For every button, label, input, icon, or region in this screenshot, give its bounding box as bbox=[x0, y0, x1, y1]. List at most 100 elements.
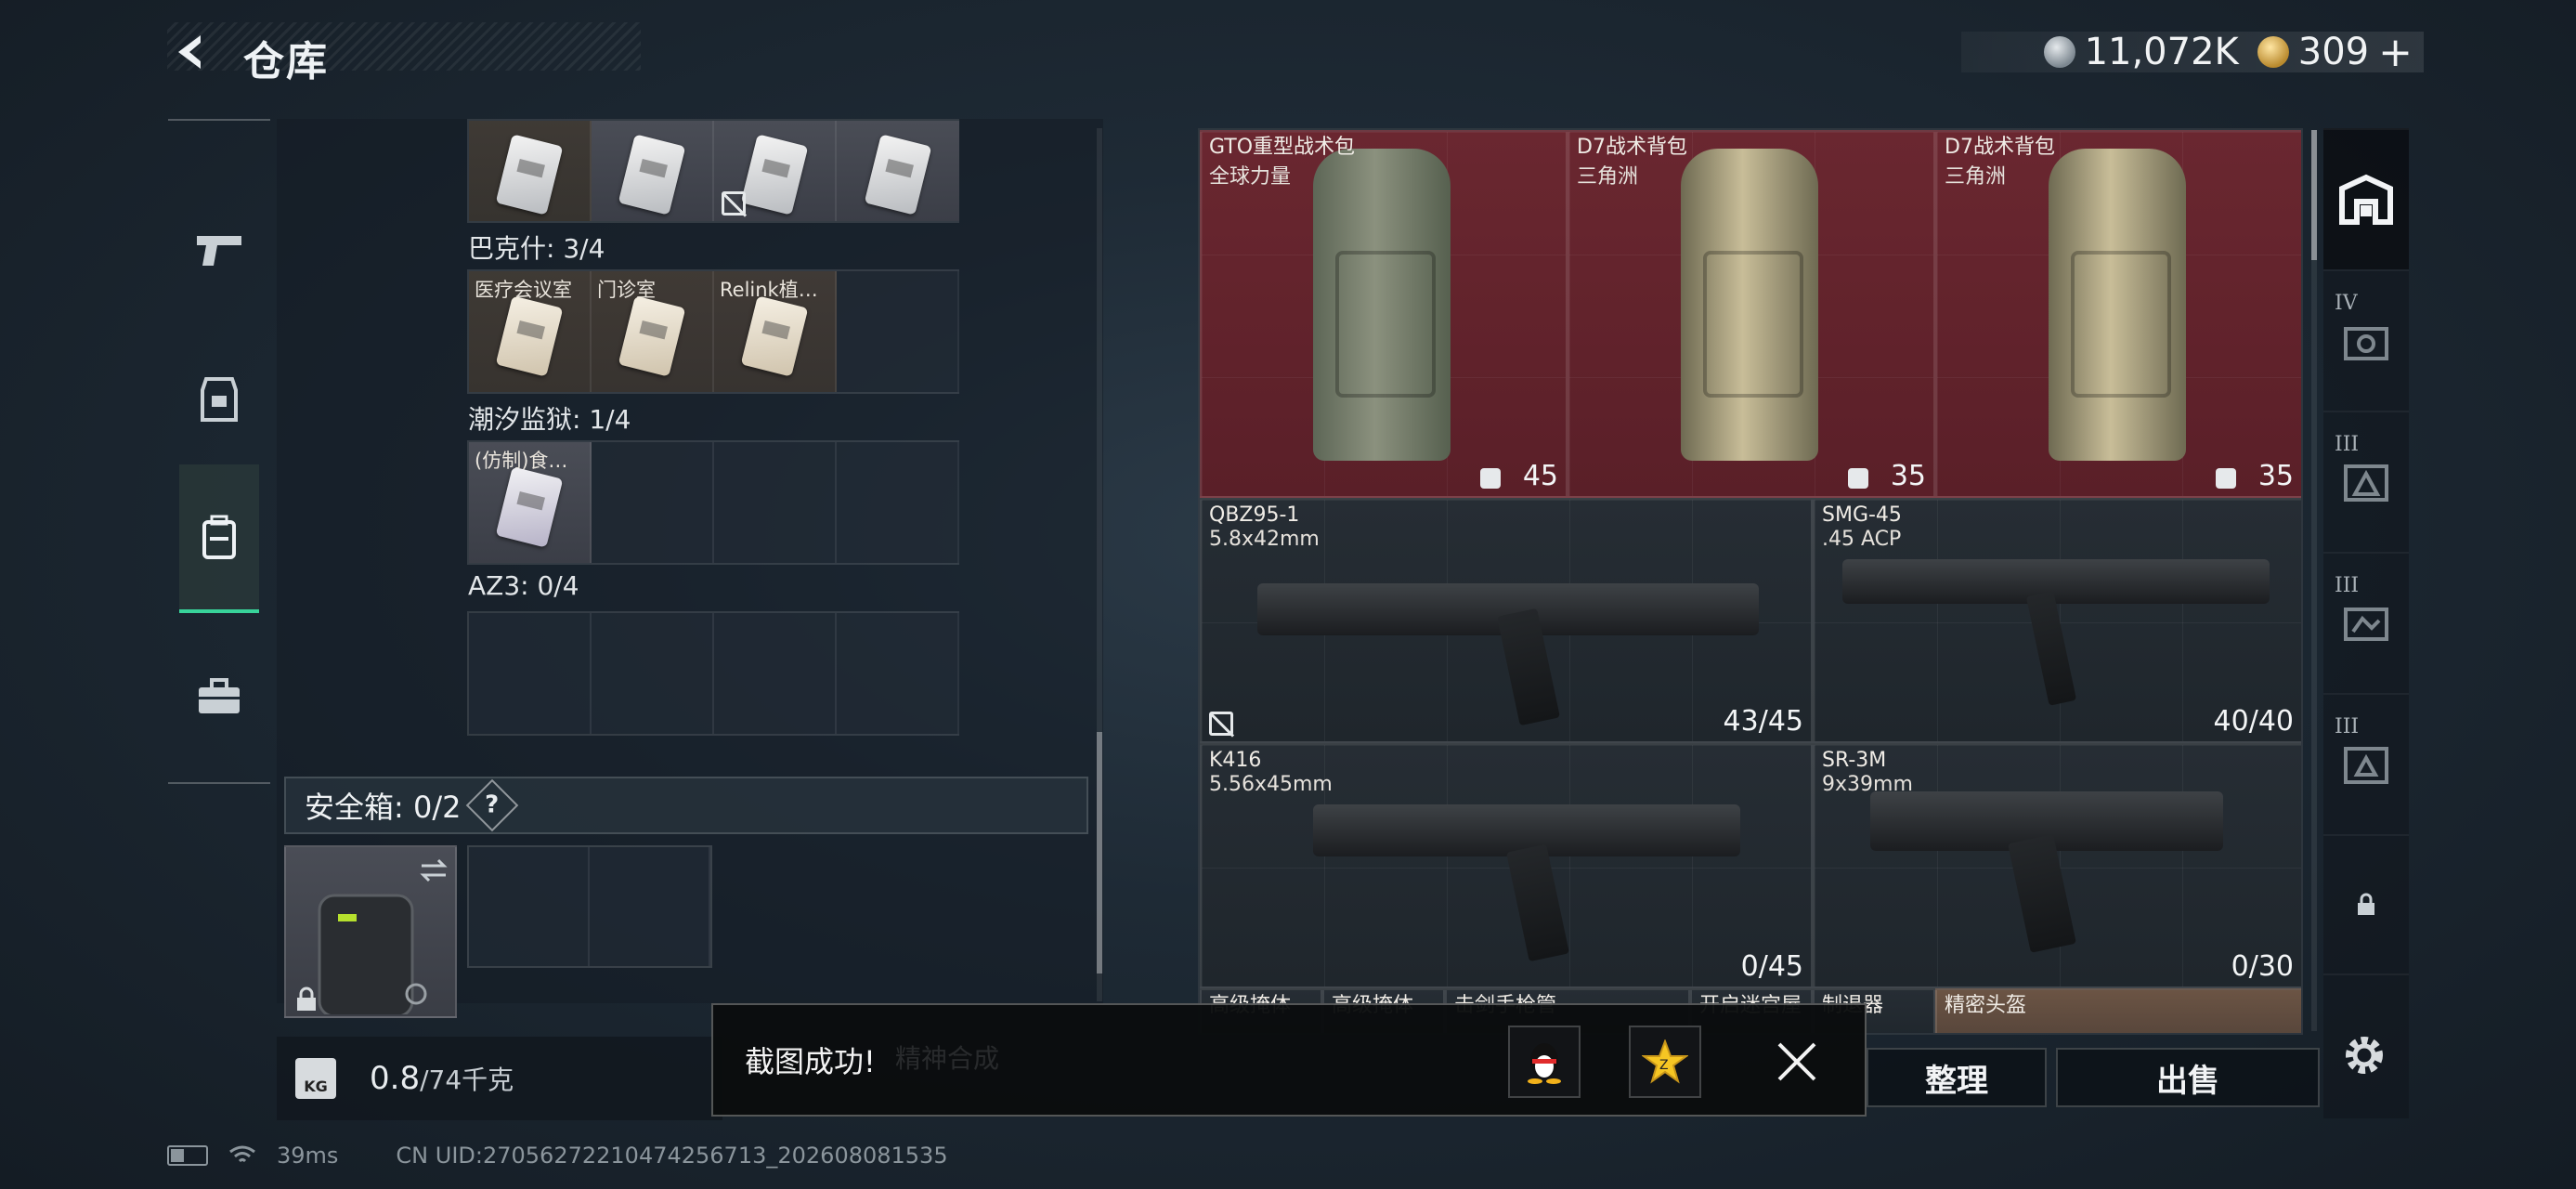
item-quantity: 40/40 bbox=[2213, 705, 2294, 738]
item-subtitle: 5.8x42mm bbox=[1209, 528, 1320, 551]
item-quantity: 35 bbox=[1890, 460, 1926, 492]
item-quantity: 0/30 bbox=[2231, 950, 2294, 983]
close-icon[interactable] bbox=[1774, 1039, 1820, 1085]
safebox-header: 安全箱: 0/2 ? bbox=[284, 777, 1088, 834]
storage-slot-empty[interactable] bbox=[837, 442, 959, 563]
settings-button[interactable] bbox=[2335, 1026, 2394, 1085]
item-quantity: 0/45 bbox=[1740, 950, 1803, 983]
item-quantity: 43/45 bbox=[1723, 705, 1803, 738]
nav-weapons[interactable] bbox=[179, 176, 259, 325]
help-button[interactable]: ? bbox=[466, 778, 519, 832]
equipment-slot-icon bbox=[2344, 327, 2388, 360]
storage-slot[interactable]: 门诊室 bbox=[592, 271, 714, 392]
inventory-scrollbar[interactable] bbox=[2311, 130, 2317, 1031]
equipment-slot-icon bbox=[2344, 608, 2388, 641]
lock-icon bbox=[2358, 893, 2374, 915]
item-quantity: 45 bbox=[1522, 460, 1558, 492]
capacity-icon bbox=[1480, 468, 1501, 489]
inventory-item-rifle[interactable]: QBZ95-1 5.8x42mm 43/45 bbox=[1200, 498, 1813, 743]
storage-slot-empty[interactable] bbox=[592, 613, 714, 734]
toast-message: 截图成功! bbox=[745, 1044, 876, 1079]
sell-button[interactable]: 出售 bbox=[2056, 1048, 2320, 1107]
storage-slot[interactable]: (仿制)食… bbox=[469, 442, 592, 563]
backpack-image bbox=[1313, 149, 1451, 461]
svg-text:Z: Z bbox=[1659, 1058, 1669, 1073]
ping-readout: 39ms bbox=[277, 1143, 339, 1169]
storage-slot-empty[interactable] bbox=[469, 613, 592, 734]
storage-scrollbar[interactable] bbox=[1097, 128, 1102, 1001]
item-subtitle: 9x39mm bbox=[1822, 773, 1913, 796]
storage-row-tide-prison: (仿制)食… bbox=[467, 440, 959, 565]
swap-icon[interactable] bbox=[418, 856, 449, 884]
storage-slot[interactable]: 医疗会议室 bbox=[469, 271, 592, 392]
share-qzone-button[interactable]: Z bbox=[1629, 1026, 1701, 1098]
back-button[interactable] bbox=[163, 24, 219, 80]
screenshot-toast: 截图成功! 精神合成 Z bbox=[711, 1003, 1867, 1117]
safebox-empty-slot[interactable] bbox=[469, 847, 590, 966]
no-trade-icon bbox=[1209, 712, 1233, 736]
storage-slot-empty[interactable] bbox=[837, 613, 959, 734]
left-category-nav bbox=[168, 119, 270, 784]
storage-slot-empty[interactable] bbox=[714, 442, 837, 563]
backpack-image bbox=[1681, 149, 1818, 461]
inventory-item-backpack[interactable]: GTO重型战术包 全球力量 45 bbox=[1200, 130, 1568, 498]
currency-silver[interactable]: 11,072K bbox=[2043, 31, 2239, 73]
uid-readout: CN UID:27056272210474256713_202608081535 bbox=[396, 1143, 948, 1169]
storage-scrollbar-thumb[interactable] bbox=[1097, 732, 1102, 973]
toolbox-icon bbox=[199, 678, 240, 713]
currency-silver-amount: 11,072K bbox=[2084, 31, 2239, 73]
tier-label: IV bbox=[2335, 292, 2358, 315]
rnav-tier-iii-b[interactable]: III bbox=[2323, 552, 2409, 693]
inventory-item-rifle[interactable]: SR-3M 9x39mm 0/30 bbox=[1813, 743, 2301, 988]
gear-icon bbox=[2346, 1037, 2383, 1074]
item-subtitle: 全球力量 bbox=[1209, 165, 1292, 189]
storage-slot-empty[interactable] bbox=[714, 613, 837, 734]
organize-button[interactable]: 整理 bbox=[1867, 1048, 2047, 1107]
storage-slot-empty[interactable] bbox=[592, 442, 714, 563]
storage-slot[interactable] bbox=[837, 121, 959, 221]
inventory-item-smg[interactable]: SMG-45 .45 ACP 40/40 bbox=[1813, 498, 2301, 743]
inventory-panel: GTO重型战术包 全球力量 45 D7战术背包 三角洲 35 D7战术背包 三角… bbox=[1198, 128, 2303, 1035]
status-bar: 39ms CN UID:27056272210474256713_2026080… bbox=[167, 1139, 948, 1172]
currency-gold[interactable]: 309 + bbox=[2257, 29, 2413, 76]
share-qq-button[interactable] bbox=[1508, 1026, 1581, 1098]
section-label-tide-prison: 潮汐监狱: 1/4 bbox=[468, 404, 631, 435]
inventory-item-rifle[interactable]: K416 5.56x45mm 0/45 bbox=[1200, 743, 1813, 988]
inventory-item-backpack[interactable]: D7战术背包 三角洲 35 bbox=[1935, 130, 2301, 498]
item-name: SR-3M bbox=[1822, 749, 1887, 772]
safebox-label: 安全箱: 0/2 bbox=[305, 790, 462, 825]
item-subtitle: .45 ACP bbox=[1822, 528, 1902, 551]
nav-armor[interactable] bbox=[179, 325, 259, 474]
rnav-all[interactable] bbox=[2323, 128, 2409, 269]
item-name: D7战术背包 bbox=[1945, 136, 2055, 159]
grid-all-icon bbox=[2339, 174, 2393, 225]
storage-slot[interactable]: Relink植… bbox=[714, 271, 837, 392]
section-label-bakshi: 巴克什: 3/4 bbox=[468, 233, 605, 264]
nav-toolbox[interactable] bbox=[179, 622, 259, 771]
storage-slot[interactable] bbox=[714, 121, 837, 221]
storage-slot-empty[interactable] bbox=[837, 271, 959, 392]
storage-row-top bbox=[467, 119, 959, 223]
inventory-item-backpack[interactable]: D7战术背包 三角洲 35 bbox=[1568, 130, 1935, 498]
safebox-empty-slot[interactable] bbox=[590, 847, 710, 966]
armor-vest-icon bbox=[201, 377, 238, 422]
item-name: SMG-45 bbox=[1822, 503, 1902, 527]
tier-label: III bbox=[2335, 715, 2360, 738]
storage-row-bakshi: 医疗会议室 门诊室 Relink植… bbox=[467, 269, 959, 394]
safebox-slot[interactable] bbox=[284, 845, 457, 1018]
inventory-scrollbar-thumb[interactable] bbox=[2311, 130, 2317, 260]
storage-slot[interactable] bbox=[592, 121, 714, 221]
lock-icon bbox=[297, 986, 316, 1011]
add-currency-button[interactable]: + bbox=[2378, 29, 2413, 76]
nav-backpack[interactable] bbox=[179, 464, 259, 613]
inventory-item-partial[interactable]: 精密头盔 bbox=[1935, 988, 2301, 1033]
item-subtitle: 5.56x45mm bbox=[1209, 773, 1333, 796]
rnav-tier-iii-c[interactable]: III bbox=[2323, 693, 2409, 834]
safebox-empty-slots bbox=[467, 845, 712, 968]
storage-slot[interactable] bbox=[469, 121, 592, 221]
rnav-tier-iii-a[interactable]: III bbox=[2323, 411, 2409, 552]
rnav-tier-iv[interactable]: IV bbox=[2323, 269, 2409, 411]
tier-label: III bbox=[2335, 574, 2360, 597]
qq-penguin-icon bbox=[1528, 1043, 1561, 1084]
rnav-locked[interactable] bbox=[2323, 834, 2409, 975]
